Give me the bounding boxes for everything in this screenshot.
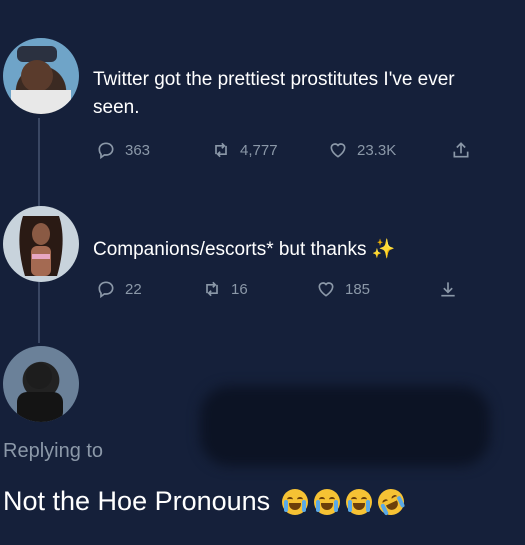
crying-laughing-emoji — [346, 488, 373, 515]
retweet-button[interactable]: 16 — [202, 279, 248, 299]
avatar-user-1[interactable] — [3, 38, 79, 114]
like-icon — [318, 282, 334, 297]
avatar-user-3[interactable] — [3, 346, 79, 422]
share-button[interactable] — [451, 140, 471, 160]
retweet-icon — [215, 142, 227, 158]
retweet-count: 4,777 — [240, 141, 278, 159]
crying-laughing-emoji — [282, 488, 309, 515]
crying-laughing-emoji — [314, 488, 341, 515]
tweet-2-actions: 22 16 185 — [93, 279, 513, 303]
like-count: 23.3K — [357, 141, 397, 159]
tweet-2-text: Companions/escorts* but thanks ✨ — [93, 239, 396, 260]
reply-count: 363 — [125, 141, 151, 159]
like-icon — [330, 143, 346, 158]
reply-button[interactable]: 363 — [96, 140, 150, 160]
avatar-photo-icon — [19, 216, 63, 276]
retweet-icon — [206, 281, 218, 297]
reply-button[interactable]: 22 — [96, 279, 142, 299]
avatar-user-2[interactable] — [3, 206, 79, 282]
share-icon — [441, 282, 455, 297]
like-count: 185 — [345, 280, 371, 298]
reply-count: 22 — [125, 280, 142, 298]
tweet-1-actions: 363 4,777 23.3K — [93, 140, 513, 164]
replying-to-label: Replying to — [3, 440, 104, 462]
like-button[interactable]: 23.3K — [328, 140, 396, 160]
redacted-region — [200, 386, 490, 466]
reply-icon — [98, 281, 114, 299]
tweet-1-text: Twitter got the prettiest prostitutes I'… — [93, 69, 455, 118]
share-icon — [453, 142, 469, 158]
retweet-button[interactable]: 4,777 — [211, 140, 278, 160]
rofl-emoji — [373, 484, 409, 519]
avatar-photo-icon — [17, 363, 63, 422]
retweet-count: 16 — [231, 280, 248, 298]
reply-icon — [98, 142, 114, 160]
reply-message: Not the Hoe Pronouns — [3, 486, 271, 516]
share-button[interactable] — [438, 279, 458, 299]
avatar-photo-icon — [11, 46, 71, 114]
like-button[interactable]: 185 — [316, 279, 370, 299]
reply-text: Not the Hoe Pronouns — [3, 484, 409, 519]
